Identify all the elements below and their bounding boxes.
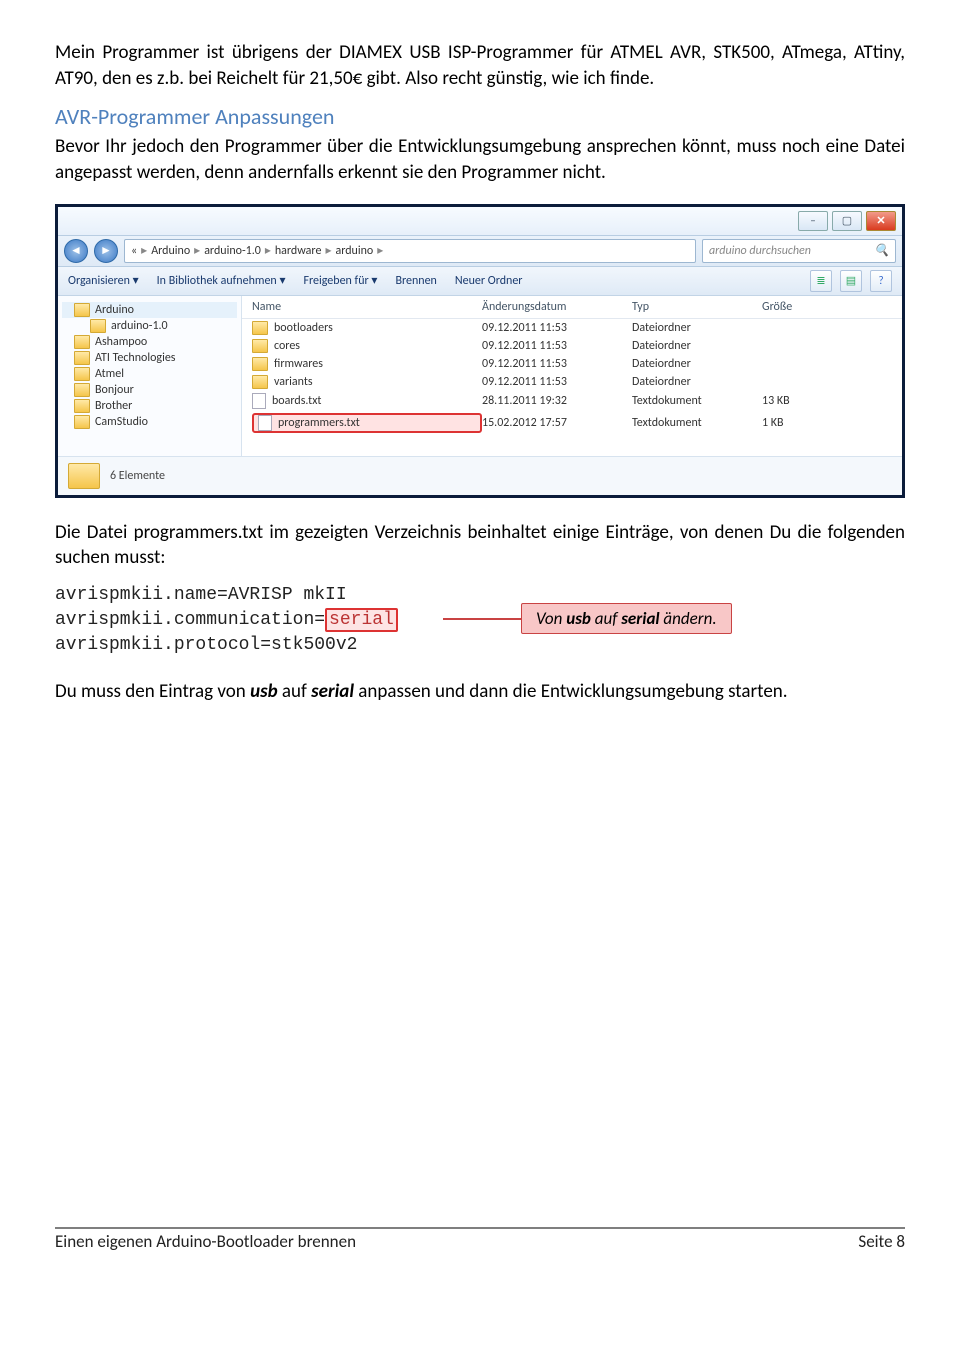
close-button[interactable]: ✕ — [866, 211, 896, 231]
col-date[interactable]: Änderungsdatum — [482, 300, 632, 314]
minimize-button[interactable]: – — [798, 211, 828, 231]
file-icon — [258, 415, 272, 431]
library-menu[interactable]: In Bibliothek aufnehmen ▾ — [157, 273, 286, 288]
forward-button[interactable]: ► — [94, 239, 118, 263]
share-menu[interactable]: Freigeben für ▾ — [303, 273, 377, 288]
folder-icon — [252, 357, 268, 371]
tree-item[interactable]: Atmel — [62, 366, 237, 382]
tree-item[interactable]: Brother — [62, 398, 237, 414]
folder-icon — [74, 399, 90, 413]
breadcrumb-seg[interactable]: « — [131, 244, 137, 258]
folder-icon — [74, 335, 90, 349]
paragraph-instructions: Die Datei programmers.txt im gezeigten V… — [55, 520, 905, 571]
highlight-word: serial — [325, 608, 398, 632]
window-titlebar: – ▢ ✕ — [58, 207, 902, 236]
breadcrumb-seg[interactable]: hardware — [275, 244, 322, 258]
paragraph-avr-desc: Bevor Ihr jedoch den Programmer über die… — [55, 134, 905, 185]
list-item[interactable]: boards.txt 28.11.2011 19:32Textdokument1… — [242, 391, 902, 411]
col-size[interactable]: Größe — [762, 300, 842, 314]
callout-box: Von usb auf serial ändern. — [521, 603, 732, 634]
status-text: 6 Elemente — [110, 469, 165, 483]
tree-item[interactable]: Bonjour — [62, 382, 237, 398]
code-line: avrispmkii.protocol=stk500v2 — [55, 633, 398, 658]
folder-icon — [74, 367, 90, 381]
view-icon[interactable]: ≣ — [810, 270, 832, 292]
paragraph-intro: Mein Programmer ist übrigens der DIAMEX … — [55, 40, 905, 91]
explorer-body: Arduino arduino-1.0 Ashampoo ATI Technol… — [58, 296, 902, 456]
page-footer: Einen eigenen Arduino-Bootloader brennen… — [55, 1227, 905, 1252]
tree-item[interactable]: CamStudio — [62, 414, 237, 430]
breadcrumb-seg[interactable]: arduino — [335, 244, 373, 258]
folder-icon — [68, 463, 100, 489]
folder-icon — [252, 321, 268, 335]
tree-item[interactable]: Arduino — [62, 302, 237, 318]
folder-icon — [74, 415, 90, 429]
footer-page: Seite 8 — [858, 1231, 905, 1252]
tree-item[interactable]: arduino-1.0 — [62, 318, 237, 334]
folder-icon — [74, 303, 90, 317]
folder-icon — [252, 375, 268, 389]
column-headers[interactable]: Name Änderungsdatum Typ Größe — [242, 296, 902, 319]
breadcrumb-seg[interactable]: arduino-1.0 — [204, 244, 261, 258]
footer-title: Einen eigenen Arduino-Bootloader brennen — [55, 1231, 356, 1252]
help-icon[interactable]: ? — [870, 270, 892, 292]
new-folder-button[interactable]: Neuer Ordner — [455, 274, 523, 288]
search-icon: 🔍 — [874, 243, 889, 258]
address-bar: ◄ ► «▸ Arduino▸ arduino-1.0▸ hardware▸ a… — [58, 236, 902, 267]
tree-item[interactable]: ATI Technologies — [62, 350, 237, 366]
code-line: avrispmkii.name=AVRISP mkII — [55, 583, 398, 608]
explorer-window: – ▢ ✕ ◄ ► «▸ Arduino▸ arduino-1.0▸ hardw… — [55, 204, 905, 498]
list-item[interactable]: cores 09.12.2011 11:53Dateiordner — [242, 337, 902, 355]
file-list: Name Änderungsdatum Typ Größe bootloader… — [242, 296, 902, 456]
callout-connector — [443, 618, 523, 620]
search-placeholder: arduino durchsuchen — [709, 244, 811, 258]
folder-icon — [90, 319, 106, 333]
folder-icon — [74, 351, 90, 365]
search-input[interactable]: arduino durchsuchen 🔍 — [702, 239, 896, 263]
list-item-highlighted[interactable]: programmers.txt 15.02.2012 17:57Textdoku… — [242, 411, 902, 435]
file-icon — [252, 393, 266, 409]
col-type[interactable]: Typ — [632, 300, 762, 314]
tree-view[interactable]: Arduino arduino-1.0 Ashampoo ATI Technol… — [58, 296, 242, 456]
folder-icon — [252, 339, 268, 353]
list-item[interactable]: bootloaders 09.12.2011 11:53Dateiordner — [242, 319, 902, 337]
list-item[interactable]: firmwares 09.12.2011 11:53Dateiordner — [242, 355, 902, 373]
explorer-toolbar: Organisieren ▾ In Bibliothek aufnehmen ▾… — [58, 267, 902, 296]
breadcrumb[interactable]: «▸ Arduino▸ arduino-1.0▸ hardware▸ ardui… — [124, 239, 696, 263]
list-item[interactable]: variants 09.12.2011 11:53Dateiordner — [242, 373, 902, 391]
col-name[interactable]: Name — [252, 300, 482, 314]
breadcrumb-seg[interactable]: Arduino — [151, 244, 190, 258]
code-line: avrispmkii.communication=serial — [55, 608, 398, 633]
back-button[interactable]: ◄ — [64, 239, 88, 263]
preview-icon[interactable]: ▤ — [840, 270, 862, 292]
maximize-button[interactable]: ▢ — [832, 211, 862, 231]
heading-avr-programmer: AVR-Programmer Anpassungen — [55, 103, 905, 130]
code-snippet: avrispmkii.name=AVRISP mkII avrispmkii.c… — [55, 583, 905, 663]
tree-item[interactable]: Ashampoo — [62, 334, 237, 350]
folder-icon — [74, 383, 90, 397]
organize-menu[interactable]: Organisieren ▾ — [68, 273, 139, 288]
paragraph-final: Du muss den Eintrag von usb auf serial a… — [55, 679, 905, 705]
burn-button[interactable]: Brennen — [395, 274, 436, 288]
status-bar: 6 Elemente — [58, 456, 902, 495]
